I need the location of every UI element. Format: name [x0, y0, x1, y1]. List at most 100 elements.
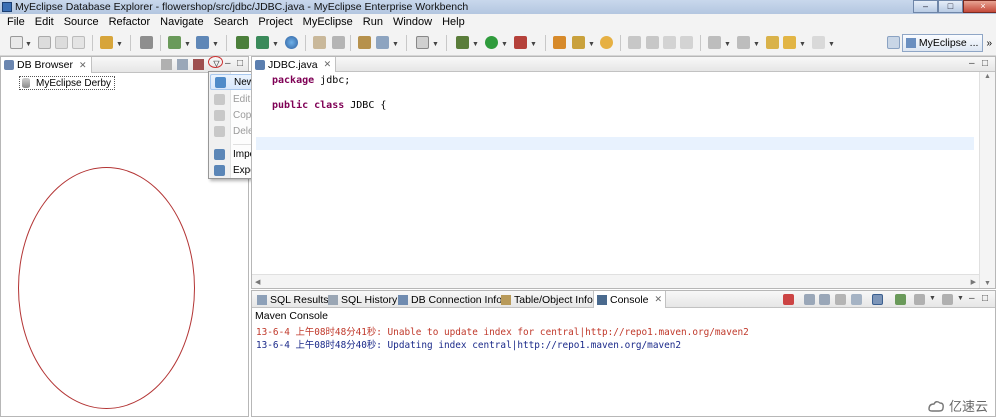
scroll-left-icon[interactable]: ◀: [255, 278, 260, 286]
chevron-down-icon[interactable]: ▼: [212, 41, 219, 48]
save-icon[interactable]: [38, 36, 51, 49]
run-server-icon[interactable]: [196, 36, 209, 49]
close-icon[interactable]: ✕: [324, 59, 332, 70]
next-annotation-icon[interactable]: [708, 36, 721, 49]
open-console-icon[interactable]: [942, 294, 953, 305]
maximize-view-button[interactable]: □: [237, 58, 243, 69]
minimize-view-button[interactable]: –: [225, 58, 231, 69]
close-icon[interactable]: ✕: [655, 294, 663, 305]
tree-item-myeclipse-derby[interactable]: MyEclipse Derby: [19, 76, 116, 90]
external-tools-icon[interactable]: [514, 36, 527, 49]
tab-db-connection-info[interactable]: DB Connection Info: [395, 291, 505, 308]
editor-vertical-scrollbar[interactable]: ▲ ▼: [979, 72, 995, 288]
chevron-down-icon[interactable]: ▼: [272, 41, 279, 48]
close-window-button[interactable]: ×: [963, 0, 996, 13]
chevron-down-icon[interactable]: ▼: [501, 41, 508, 48]
chevron-down-icon[interactable]: ▼: [828, 41, 835, 48]
chevron-down-icon[interactable]: ▼: [588, 41, 595, 48]
toggle-mark-icon[interactable]: [646, 36, 659, 49]
terminate-icon[interactable]: [783, 294, 794, 305]
block-select-icon[interactable]: [663, 36, 676, 49]
open-folder-icon[interactable]: [553, 36, 566, 49]
connect-icon[interactable]: [193, 59, 204, 70]
chevron-down-icon[interactable]: ▼: [25, 41, 32, 48]
debug-icon[interactable]: [456, 36, 469, 49]
maximize-editor-button[interactable]: □: [982, 58, 988, 69]
print-icon[interactable]: [72, 36, 85, 49]
run-icon[interactable]: [485, 36, 498, 49]
chevron-down-icon[interactable]: ▼: [957, 295, 964, 302]
save-all-icon[interactable]: [55, 36, 68, 49]
code-line-2[interactable]: public class JDBC {: [272, 100, 386, 111]
word-wrap-icon[interactable]: [872, 294, 883, 305]
marker-icon[interactable]: [600, 36, 613, 49]
remove-all-icon[interactable]: [819, 294, 830, 305]
deploy-icon[interactable]: [168, 36, 181, 49]
menu-help[interactable]: Help: [437, 14, 470, 30]
chevron-down-icon[interactable]: ▼: [724, 41, 731, 48]
show-whitespace-icon[interactable]: [680, 36, 693, 49]
menu-myeclipse[interactable]: MyEclipse: [298, 14, 358, 30]
new-file-icon[interactable]: [10, 36, 23, 49]
open-type-icon[interactable]: [256, 36, 269, 49]
minimize-window-button[interactable]: –: [913, 0, 938, 13]
new-project-icon[interactable]: [100, 36, 113, 49]
chevron-down-icon[interactable]: ▼: [116, 41, 123, 48]
chevron-down-icon[interactable]: ▼: [392, 41, 399, 48]
chevron-down-icon[interactable]: ▼: [929, 295, 936, 302]
globe-icon[interactable]: [285, 36, 298, 49]
close-icon[interactable]: ✕: [79, 60, 87, 71]
clear-console-icon[interactable]: [835, 294, 846, 305]
scroll-down-icon[interactable]: ▼: [984, 280, 991, 287]
menu-source[interactable]: Source: [59, 14, 104, 30]
tab-table-object-info[interactable]: Table/Object Info: [498, 291, 596, 308]
chevron-down-icon[interactable]: ▼: [530, 41, 537, 48]
bean-icon[interactable]: [313, 36, 326, 49]
chevron-down-icon[interactable]: ▼: [432, 41, 439, 48]
menu-refactor[interactable]: Refactor: [104, 14, 156, 30]
menu-project[interactable]: Project: [253, 14, 297, 30]
perspective-more-button[interactable]: »: [986, 38, 992, 49]
pencil-icon[interactable]: [572, 36, 585, 49]
pin-icon[interactable]: [628, 36, 641, 49]
scroll-right-icon[interactable]: ▶: [971, 278, 976, 286]
back-arrow-icon[interactable]: [783, 36, 796, 49]
maximize-panel-button[interactable]: □: [982, 293, 988, 304]
tab-console[interactable]: Console ✕: [593, 291, 667, 308]
remove-launch-icon[interactable]: [804, 294, 815, 305]
chevron-down-icon[interactable]: ▼: [184, 41, 191, 48]
menu-edit[interactable]: Edit: [30, 14, 59, 30]
menu-window[interactable]: Window: [388, 14, 437, 30]
display-console-icon[interactable]: [914, 294, 925, 305]
tab-sql-history[interactable]: SQL History: [325, 291, 400, 308]
hibernate-icon[interactable]: [358, 36, 371, 49]
web-project-icon[interactable]: [236, 36, 249, 49]
tab-jdbc-java[interactable]: JDBC.java ✕: [252, 57, 337, 72]
pin-console-icon[interactable]: [895, 294, 906, 305]
collapse-all-icon[interactable]: [161, 59, 172, 70]
editor-horizontal-scrollbar[interactable]: ◀ ▶: [252, 274, 979, 288]
server-icon[interactable]: [140, 36, 153, 49]
uml-icon[interactable]: [376, 36, 389, 49]
perspective-myeclipse-button[interactable]: MyEclipse ...: [901, 34, 984, 52]
scroll-up-icon[interactable]: ▲: [984, 73, 991, 80]
link-editor-icon[interactable]: [177, 59, 188, 70]
open-perspective-icon[interactable]: [887, 36, 900, 49]
previous-annotation-icon[interactable]: [737, 36, 750, 49]
chevron-down-icon[interactable]: ▼: [799, 41, 806, 48]
chevron-down-icon[interactable]: ▼: [472, 41, 479, 48]
wizard-icon[interactable]: [332, 36, 345, 49]
code-line-1[interactable]: package jdbc;: [272, 75, 350, 86]
menu-file[interactable]: File: [2, 14, 30, 30]
scroll-lock-icon[interactable]: [851, 294, 862, 305]
forward-arrow-icon[interactable]: [812, 36, 825, 49]
last-edit-icon[interactable]: [766, 36, 779, 49]
terminal-icon[interactable]: [416, 36, 429, 49]
menu-run[interactable]: Run: [358, 14, 388, 30]
menu-search[interactable]: Search: [209, 14, 254, 30]
tab-sql-results[interactable]: SQL Results: [254, 291, 332, 308]
menu-navigate[interactable]: Navigate: [155, 14, 208, 30]
minimize-editor-button[interactable]: –: [969, 58, 975, 69]
tab-db-browser[interactable]: DB Browser ✕: [1, 57, 92, 73]
maximize-window-button[interactable]: □: [938, 0, 963, 13]
